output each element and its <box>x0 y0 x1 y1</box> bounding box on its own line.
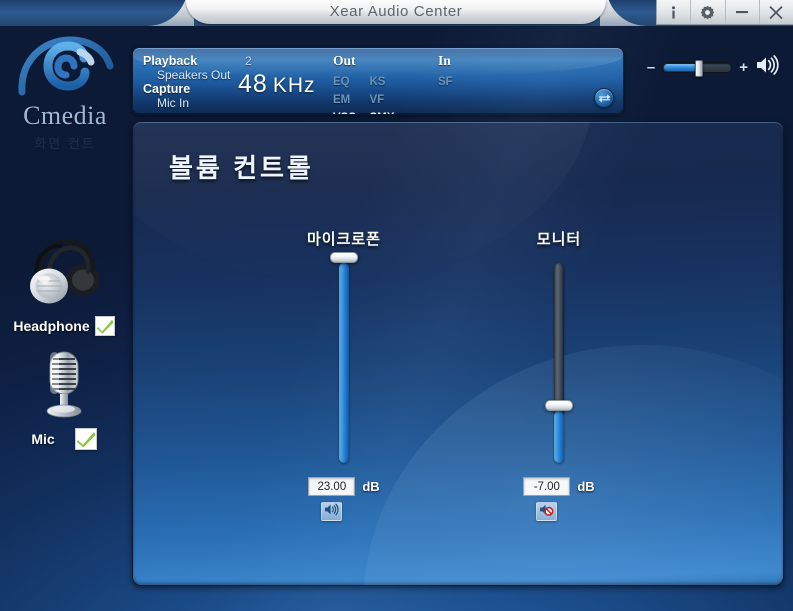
slider-group-monitor: 모니터 -7.00 dB <box>484 228 634 521</box>
headphone-icon <box>0 236 128 312</box>
out-flags: EQ KS EM VF VSS SMX <box>333 72 401 114</box>
mic-checkbox[interactable] <box>74 428 97 450</box>
microphone-mute-button[interactable] <box>320 502 342 521</box>
headphone-checkbox[interactable] <box>94 316 115 336</box>
sidebar-item-headphone[interactable]: Headphone <box>0 236 128 336</box>
microphone-volume-slider[interactable] <box>330 252 358 463</box>
status-panel: Playback Speakers Out Capture Mic In 2 4… <box>132 47 624 115</box>
brand-logo: Cmedia 화면 컨트 <box>6 36 124 151</box>
playback-device: Speakers Out <box>157 68 231 82</box>
monitor-slider-fill <box>554 411 564 463</box>
sidebar-item-label-mic: Mic <box>31 431 55 447</box>
sample-rate: 48 KHz <box>238 70 316 99</box>
microphone-mute-wrap <box>269 502 393 521</box>
titlebar-shoulder-right <box>600 0 646 26</box>
sidebar-item-label-headphone: Headphone <box>13 318 90 334</box>
volume-increase-button[interactable]: + <box>739 59 748 76</box>
master-volume-thumb[interactable] <box>694 60 703 77</box>
capture-label: Capture <box>143 82 191 96</box>
window-title-plate: Xear Audio Center <box>186 0 606 24</box>
cmedia-spiral-icon <box>18 36 114 96</box>
minimize-button[interactable] <box>726 0 760 24</box>
in-label: In <box>438 53 451 68</box>
slider-group-microphone: 마이크로폰 23.00 dB <box>269 228 419 521</box>
sample-rate-unit: KHz <box>272 74 316 97</box>
window-controls <box>656 0 793 25</box>
swap-arrows-icon[interactable] <box>594 88 614 108</box>
microphone-icon <box>0 348 128 424</box>
microphone-value-row: 23.00 dB <box>269 477 419 496</box>
microphone-value-unit: dB <box>362 479 380 494</box>
sidebar-item-mic[interactable]: Mic <box>0 348 128 450</box>
speaker-muted-icon <box>539 503 554 521</box>
speaker-on-icon <box>324 503 339 521</box>
monitor-value-input[interactable]: -7.00 <box>523 477 571 496</box>
in-flags: SF <box>438 72 470 90</box>
headphone-label-row: Headphone <box>0 316 128 336</box>
volume-decrease-button[interactable]: – <box>647 59 655 76</box>
mic-label-row: Mic <box>0 428 128 450</box>
flag-vss[interactable]: VSS <box>333 111 365 114</box>
microphone-slider-thumb[interactable] <box>330 252 358 263</box>
master-volume-slider[interactable] <box>662 60 733 77</box>
monitor-value-unit: dB <box>577 479 595 494</box>
flag-sf[interactable]: SF <box>438 75 470 90</box>
out-label: Out <box>333 53 356 68</box>
close-button[interactable] <box>760 0 793 24</box>
main-panel: 볼륨 컨트롤 마이크로폰 23.00 dB 모니터 -7.00 dB <box>132 121 784 586</box>
brand-subtitle: 화면 컨트 <box>34 136 96 151</box>
status-playback-group: Playback Speakers Out Capture Mic In <box>143 54 230 110</box>
page-title: 볼륨 컨트롤 <box>169 153 314 183</box>
microphone-slider-fill <box>339 263 349 463</box>
monitor-mute-wrap <box>484 502 608 521</box>
sample-rate-value: 48 <box>238 70 268 98</box>
title-bar: Xear Audio Center <box>0 0 793 26</box>
brand-name: Cmedia <box>23 101 107 130</box>
monitor-value-row: -7.00 dB <box>484 477 634 496</box>
settings-gear-button[interactable] <box>691 0 726 24</box>
microphone-value-input[interactable]: 23.00 <box>308 477 356 496</box>
monitor-slider-thumb[interactable] <box>545 400 573 411</box>
monitor-volume-slider[interactable] <box>545 263 573 463</box>
flag-vf[interactable]: VF <box>369 93 401 108</box>
speaker-on-icon[interactable] <box>755 55 779 80</box>
playback-label: Playback <box>143 54 198 68</box>
app-window: Xear Audio Center Cmedia 화면 컨트 Playback … <box>0 0 793 611</box>
flag-em[interactable]: EM <box>333 93 365 108</box>
master-volume-control: – + <box>647 55 779 80</box>
status-out-group: Out EQ KS EM VF VSS SMX <box>333 53 401 114</box>
capture-device: Mic In <box>157 96 190 110</box>
channel-count: 2 <box>245 54 252 68</box>
info-button[interactable] <box>657 0 692 24</box>
status-in-group: In SF <box>438 53 470 90</box>
flag-eq[interactable]: EQ <box>333 75 365 90</box>
slider-label-monitor: 모니터 <box>536 231 582 248</box>
monitor-mute-button[interactable] <box>535 502 557 521</box>
slider-label-microphone: 마이크로폰 <box>306 231 381 248</box>
window-title: Xear Audio Center <box>329 2 463 20</box>
flag-ks[interactable]: KS <box>369 75 401 90</box>
flag-smx[interactable]: SMX <box>369 111 401 114</box>
